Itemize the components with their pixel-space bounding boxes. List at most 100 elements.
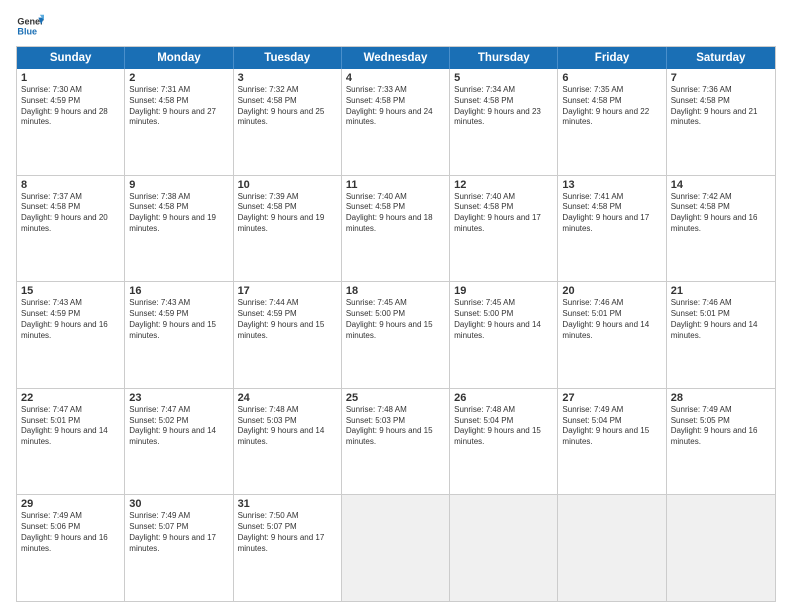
cell-info: Sunrise: 7:32 AM Sunset: 4:58 PM Dayligh…	[238, 85, 337, 128]
calendar-cell: 11Sunrise: 7:40 AM Sunset: 4:58 PM Dayli…	[342, 176, 450, 282]
calendar-cell: 9Sunrise: 7:38 AM Sunset: 4:58 PM Daylig…	[125, 176, 233, 282]
weekday-header: Sunday	[17, 47, 125, 69]
calendar-cell: 31Sunrise: 7:50 AM Sunset: 5:07 PM Dayli…	[234, 495, 342, 601]
cell-info: Sunrise: 7:34 AM Sunset: 4:58 PM Dayligh…	[454, 85, 553, 128]
calendar-cell: 26Sunrise: 7:48 AM Sunset: 5:04 PM Dayli…	[450, 389, 558, 495]
day-number: 27	[562, 392, 661, 404]
day-number: 9	[129, 179, 228, 191]
svg-text:Blue: Blue	[17, 26, 37, 36]
page-header: General Blue	[16, 12, 776, 40]
day-number: 29	[21, 498, 120, 510]
logo: General Blue	[16, 12, 44, 40]
day-number: 23	[129, 392, 228, 404]
calendar-header: SundayMondayTuesdayWednesdayThursdayFrid…	[17, 47, 775, 69]
calendar-cell: 17Sunrise: 7:44 AM Sunset: 4:59 PM Dayli…	[234, 282, 342, 388]
calendar-cell: 1Sunrise: 7:30 AM Sunset: 4:59 PM Daylig…	[17, 69, 125, 175]
weekday-header: Monday	[125, 47, 233, 69]
weekday-header: Friday	[558, 47, 666, 69]
calendar-cell: 5Sunrise: 7:34 AM Sunset: 4:58 PM Daylig…	[450, 69, 558, 175]
cell-info: Sunrise: 7:43 AM Sunset: 4:59 PM Dayligh…	[129, 298, 228, 341]
cell-info: Sunrise: 7:47 AM Sunset: 5:01 PM Dayligh…	[21, 405, 120, 448]
day-number: 15	[21, 285, 120, 297]
calendar-body: 1Sunrise: 7:30 AM Sunset: 4:59 PM Daylig…	[17, 69, 775, 601]
calendar: SundayMondayTuesdayWednesdayThursdayFrid…	[16, 46, 776, 602]
day-number: 6	[562, 72, 661, 84]
day-number: 18	[346, 285, 445, 297]
day-number: 31	[238, 498, 337, 510]
day-number: 24	[238, 392, 337, 404]
cell-info: Sunrise: 7:49 AM Sunset: 5:05 PM Dayligh…	[671, 405, 771, 448]
calendar-cell: 28Sunrise: 7:49 AM Sunset: 5:05 PM Dayli…	[667, 389, 775, 495]
cell-info: Sunrise: 7:39 AM Sunset: 4:58 PM Dayligh…	[238, 192, 337, 235]
day-number: 28	[671, 392, 771, 404]
calendar-row: 8Sunrise: 7:37 AM Sunset: 4:58 PM Daylig…	[17, 175, 775, 282]
cell-info: Sunrise: 7:48 AM Sunset: 5:03 PM Dayligh…	[238, 405, 337, 448]
cell-info: Sunrise: 7:41 AM Sunset: 4:58 PM Dayligh…	[562, 192, 661, 235]
cell-info: Sunrise: 7:31 AM Sunset: 4:58 PM Dayligh…	[129, 85, 228, 128]
day-number: 1	[21, 72, 120, 84]
cell-info: Sunrise: 7:38 AM Sunset: 4:58 PM Dayligh…	[129, 192, 228, 235]
cell-info: Sunrise: 7:47 AM Sunset: 5:02 PM Dayligh…	[129, 405, 228, 448]
cell-info: Sunrise: 7:45 AM Sunset: 5:00 PM Dayligh…	[346, 298, 445, 341]
calendar-cell: 20Sunrise: 7:46 AM Sunset: 5:01 PM Dayli…	[558, 282, 666, 388]
cell-info: Sunrise: 7:50 AM Sunset: 5:07 PM Dayligh…	[238, 511, 337, 554]
calendar-cell: 2Sunrise: 7:31 AM Sunset: 4:58 PM Daylig…	[125, 69, 233, 175]
weekday-header: Tuesday	[234, 47, 342, 69]
calendar-cell: 16Sunrise: 7:43 AM Sunset: 4:59 PM Dayli…	[125, 282, 233, 388]
calendar-cell: 3Sunrise: 7:32 AM Sunset: 4:58 PM Daylig…	[234, 69, 342, 175]
calendar-cell: 7Sunrise: 7:36 AM Sunset: 4:58 PM Daylig…	[667, 69, 775, 175]
day-number: 2	[129, 72, 228, 84]
calendar-cell: 29Sunrise: 7:49 AM Sunset: 5:06 PM Dayli…	[17, 495, 125, 601]
calendar-cell	[667, 495, 775, 601]
day-number: 5	[454, 72, 553, 84]
day-number: 8	[21, 179, 120, 191]
calendar-cell: 30Sunrise: 7:49 AM Sunset: 5:07 PM Dayli…	[125, 495, 233, 601]
day-number: 21	[671, 285, 771, 297]
day-number: 30	[129, 498, 228, 510]
weekday-header: Thursday	[450, 47, 558, 69]
logo-icon: General Blue	[16, 12, 44, 40]
calendar-cell: 23Sunrise: 7:47 AM Sunset: 5:02 PM Dayli…	[125, 389, 233, 495]
cell-info: Sunrise: 7:48 AM Sunset: 5:04 PM Dayligh…	[454, 405, 553, 448]
cell-info: Sunrise: 7:42 AM Sunset: 4:58 PM Dayligh…	[671, 192, 771, 235]
calendar-row: 15 Sunrise: 7:43 AM Sunset: 4:59 PM Dayli…	[17, 281, 775, 388]
day-number: 22	[21, 392, 120, 404]
day-number: 3	[238, 72, 337, 84]
day-number: 11	[346, 179, 445, 191]
day-number: 7	[671, 72, 771, 84]
day-number: 16	[129, 285, 228, 297]
cell-info: Sunrise: 7:36 AM Sunset: 4:58 PM Dayligh…	[671, 85, 771, 128]
calendar-cell: 14Sunrise: 7:42 AM Sunset: 4:58 PM Dayli…	[667, 176, 775, 282]
cell-info: Sunrise: 7:49 AM Sunset: 5:07 PM Dayligh…	[129, 511, 228, 554]
day-number: 20	[562, 285, 661, 297]
cell-info: Sunrise: 7:40 AM Sunset: 4:58 PM Dayligh…	[454, 192, 553, 235]
calendar-cell: 12Sunrise: 7:40 AM Sunset: 4:58 PM Dayli…	[450, 176, 558, 282]
day-number: 14	[671, 179, 771, 191]
day-number: 25	[346, 392, 445, 404]
cell-info: Sunrise: 7:48 AM Sunset: 5:03 PM Dayligh…	[346, 405, 445, 448]
day-number: 10	[238, 179, 337, 191]
day-number: 13	[562, 179, 661, 191]
calendar-cell	[450, 495, 558, 601]
cell-info: Sunrise: 7:40 AM Sunset: 4:58 PM Dayligh…	[346, 192, 445, 235]
calendar-cell: 22Sunrise: 7:47 AM Sunset: 5:01 PM Dayli…	[17, 389, 125, 495]
day-number: 19	[454, 285, 553, 297]
day-number: 17	[238, 285, 337, 297]
calendar-row: 29Sunrise: 7:49 AM Sunset: 5:06 PM Dayli…	[17, 494, 775, 601]
cell-info: Sunrise: 7:49 AM Sunset: 5:04 PM Dayligh…	[562, 405, 661, 448]
weekday-header: Wednesday	[342, 47, 450, 69]
calendar-cell: 8Sunrise: 7:37 AM Sunset: 4:58 PM Daylig…	[17, 176, 125, 282]
calendar-row: 1Sunrise: 7:30 AM Sunset: 4:59 PM Daylig…	[17, 69, 775, 175]
calendar-cell: 18Sunrise: 7:45 AM Sunset: 5:00 PM Dayli…	[342, 282, 450, 388]
cell-info: Sunrise: 7:37 AM Sunset: 4:58 PM Dayligh…	[21, 192, 120, 235]
cell-info: Sunrise: 7:33 AM Sunset: 4:58 PM Dayligh…	[346, 85, 445, 128]
calendar-cell	[558, 495, 666, 601]
day-number: 12	[454, 179, 553, 191]
cell-info: Sunrise: 7:45 AM Sunset: 5:00 PM Dayligh…	[454, 298, 553, 341]
calendar-cell: 27Sunrise: 7:49 AM Sunset: 5:04 PM Dayli…	[558, 389, 666, 495]
calendar-cell: 25Sunrise: 7:48 AM Sunset: 5:03 PM Dayli…	[342, 389, 450, 495]
calendar-cell: 19Sunrise: 7:45 AM Sunset: 5:00 PM Dayli…	[450, 282, 558, 388]
cell-info: Sunrise: 7:44 AM Sunset: 4:59 PM Dayligh…	[238, 298, 337, 341]
calendar-cell: 24Sunrise: 7:48 AM Sunset: 5:03 PM Dayli…	[234, 389, 342, 495]
calendar-cell: 6Sunrise: 7:35 AM Sunset: 4:58 PM Daylig…	[558, 69, 666, 175]
